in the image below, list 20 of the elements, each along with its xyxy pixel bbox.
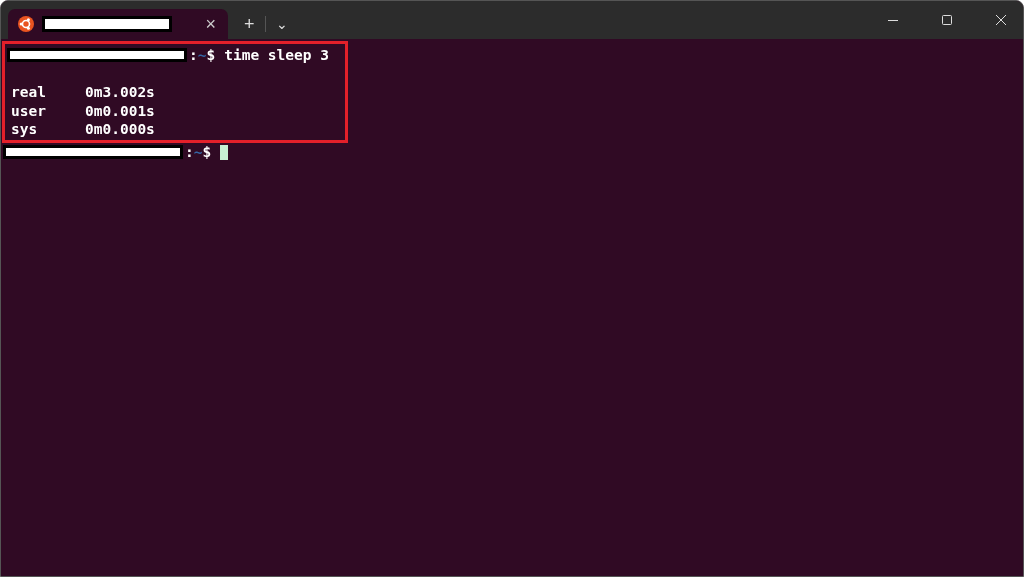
output-label: real [10, 83, 47, 102]
prompt-directory: ~ [193, 142, 203, 162]
output-label: sys [10, 120, 39, 139]
new-tab-button[interactable]: + [234, 9, 265, 39]
prompt-directory: ~ [197, 46, 207, 65]
dropdown-button[interactable]: ⌄ [265, 9, 298, 39]
prompt-colon: : [185, 142, 194, 162]
close-tab-button[interactable]: × [203, 15, 218, 33]
close-icon[interactable] [996, 15, 1006, 25]
prompt-sign: $ [206, 46, 216, 65]
output-value: 0m0.001s [85, 101, 155, 121]
prompt-sign: $ [202, 142, 212, 162]
maximize-icon[interactable] [942, 15, 952, 25]
command-text: time sleep 3 [224, 46, 329, 65]
prompt-colon: : [189, 46, 198, 65]
circle-logo-icon [18, 16, 34, 32]
output-label: user [10, 101, 47, 121]
terminal-tab[interactable]: × [8, 9, 228, 39]
output-value: 0m0.000s [85, 120, 155, 139]
output-value: 0m3.002s [85, 83, 155, 102]
